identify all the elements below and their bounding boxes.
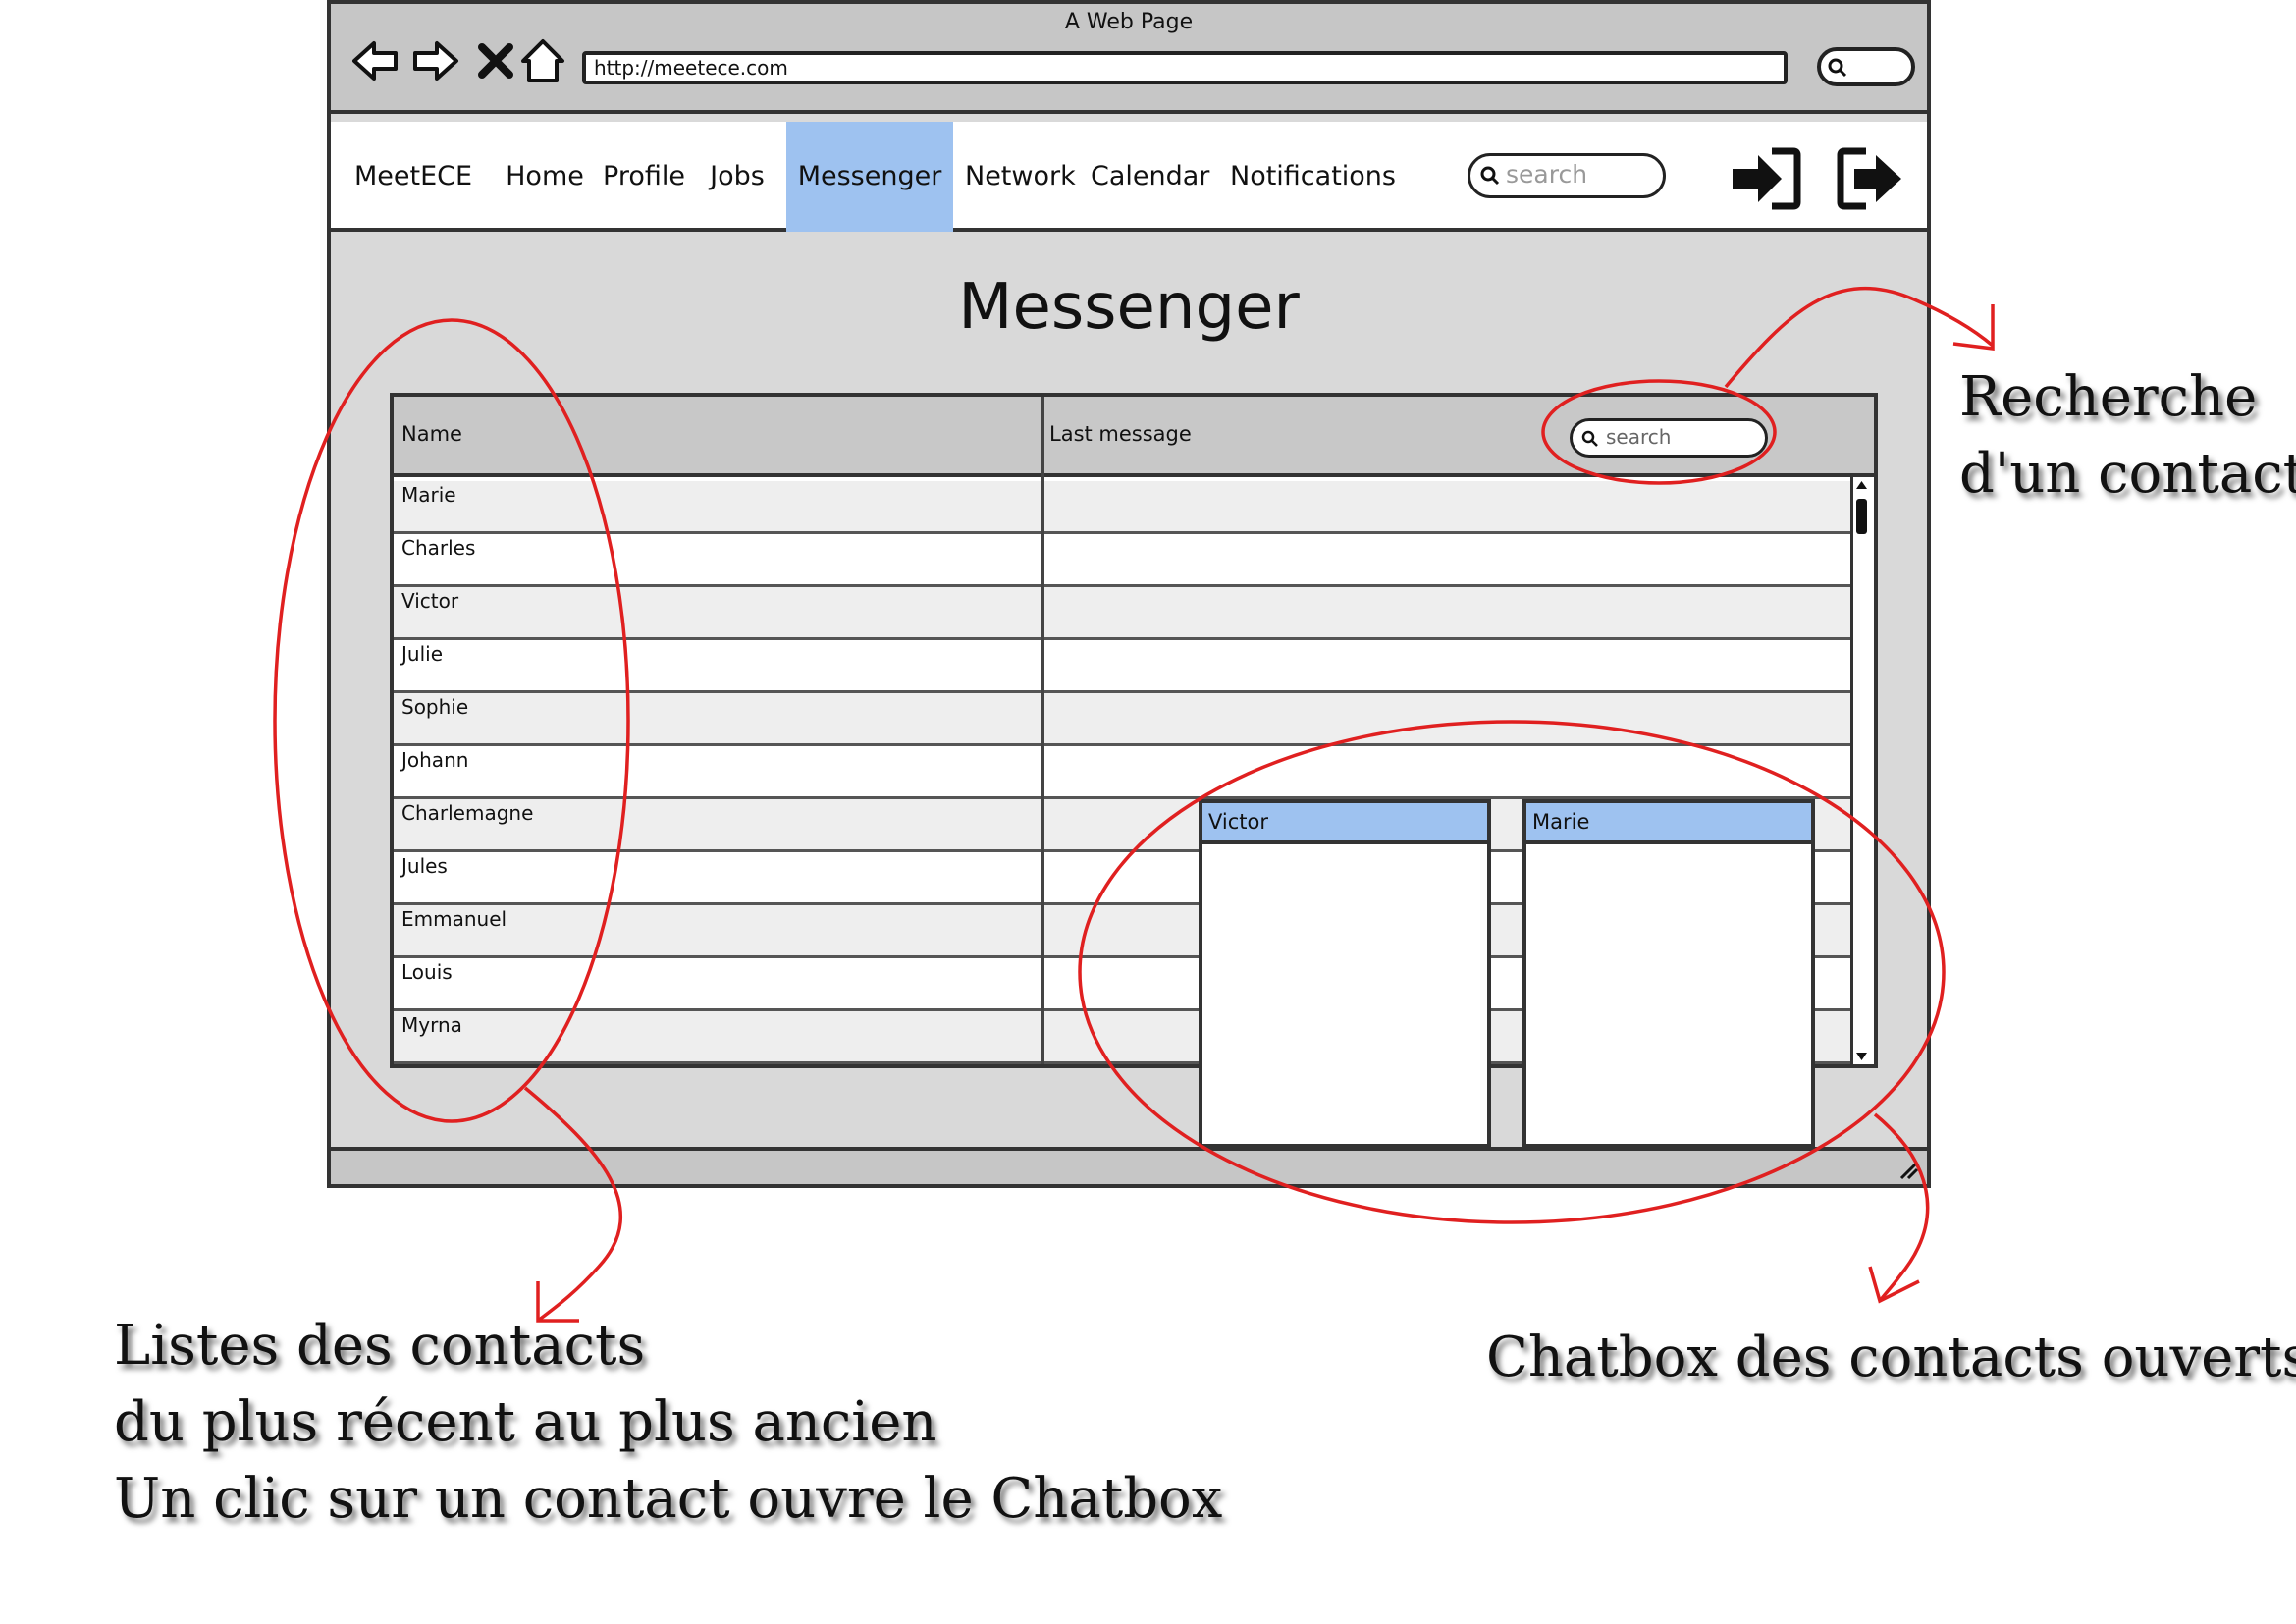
- contact-name: Jules: [401, 854, 448, 878]
- contact-name: Charlemagne: [401, 801, 534, 825]
- nav-profile[interactable]: Profile: [602, 122, 686, 232]
- browser-status-bar: [331, 1147, 1927, 1184]
- browser-titlebar: A Web Page http://meetece.com: [331, 4, 1927, 114]
- table-row[interactable]: Marie: [394, 481, 1850, 534]
- table-row[interactable]: Charles: [394, 534, 1850, 587]
- brand-logo[interactable]: MeetECE: [354, 122, 472, 232]
- chatbox-marie[interactable]: Marie: [1522, 799, 1815, 1148]
- browser-window: A Web Page http://meetece.com MeetECE Ho…: [327, 0, 1931, 1188]
- table-row[interactable]: Julie: [394, 640, 1850, 693]
- table-row[interactable]: Sophie: [394, 693, 1850, 746]
- table-scrollbar[interactable]: [1850, 477, 1870, 1064]
- contact-name: Louis: [401, 960, 453, 984]
- url-bar[interactable]: http://meetece.com: [582, 51, 1788, 84]
- scroll-thumb[interactable]: [1856, 499, 1867, 534]
- search-icon: [1480, 166, 1500, 186]
- table-row[interactable]: Victor: [394, 587, 1850, 640]
- chatbox-header[interactable]: Victor: [1202, 803, 1487, 844]
- close-x-icon[interactable]: [470, 35, 521, 86]
- contact-name: Myrna: [401, 1013, 462, 1037]
- back-arrow-icon[interactable]: [350, 35, 401, 86]
- scroll-up-icon[interactable]: [1853, 477, 1870, 493]
- contact-name: Emmanuel: [401, 907, 507, 931]
- window-title: A Web Page: [1064, 10, 1194, 34]
- search-callout-arrowhead: [1952, 304, 1995, 351]
- site-navbar: MeetECE Home Profile Jobs Messenger Netw…: [331, 122, 1927, 232]
- contact-name: Sophie: [401, 695, 469, 719]
- nav-network[interactable]: Network: [965, 122, 1076, 232]
- search-icon: [1581, 430, 1598, 447]
- nav-search-input[interactable]: search: [1468, 153, 1666, 198]
- contact-name: Johann: [401, 748, 469, 772]
- nav-messenger[interactable]: Messenger: [786, 122, 953, 232]
- contact-name: Marie: [401, 483, 456, 507]
- contact-search-placeholder: search: [1606, 425, 1672, 449]
- nav-notifications[interactable]: Notifications: [1230, 122, 1396, 232]
- column-header-last-message[interactable]: Last message: [1049, 422, 1192, 446]
- annotation-contacts: Listes des contacts du plus récent au pl…: [114, 1314, 1223, 1531]
- table-header: Name Last message search: [394, 397, 1874, 477]
- annotation-search: Recherche d'un contact: [1959, 365, 2296, 506]
- nav-home[interactable]: Home: [504, 122, 586, 232]
- search-icon: [1828, 58, 1847, 78]
- contact-name: Victor: [401, 589, 459, 613]
- column-header-name[interactable]: Name: [401, 422, 462, 446]
- nav-jobs[interactable]: Jobs: [704, 122, 771, 232]
- login-icon[interactable]: [1729, 143, 1803, 214]
- scroll-down-icon[interactable]: [1853, 1049, 1870, 1064]
- browser-search-field[interactable]: [1817, 47, 1915, 86]
- resize-grip-icon[interactable]: [1897, 1159, 1919, 1180]
- contact-search-input[interactable]: search: [1570, 418, 1768, 458]
- chatbox-callout-arrowhead: [1868, 1266, 1920, 1304]
- table-row[interactable]: Johann: [394, 746, 1850, 799]
- contact-name: Charles: [401, 536, 476, 560]
- home-icon[interactable]: [517, 35, 568, 86]
- chatbox-victor[interactable]: Victor: [1199, 799, 1491, 1148]
- forward-arrow-icon[interactable]: [409, 35, 460, 86]
- logout-icon[interactable]: [1833, 143, 1907, 214]
- nav-calendar[interactable]: Calendar: [1091, 122, 1209, 232]
- chatbox-header[interactable]: Marie: [1526, 803, 1811, 844]
- column-divider: [1041, 397, 1044, 1064]
- contact-name: Julie: [401, 642, 443, 666]
- page-title: Messenger: [958, 271, 1300, 344]
- annotation-chatbox: Chatbox des contacts ouverts: [1486, 1326, 2296, 1389]
- nav-search-placeholder: search: [1506, 160, 1588, 189]
